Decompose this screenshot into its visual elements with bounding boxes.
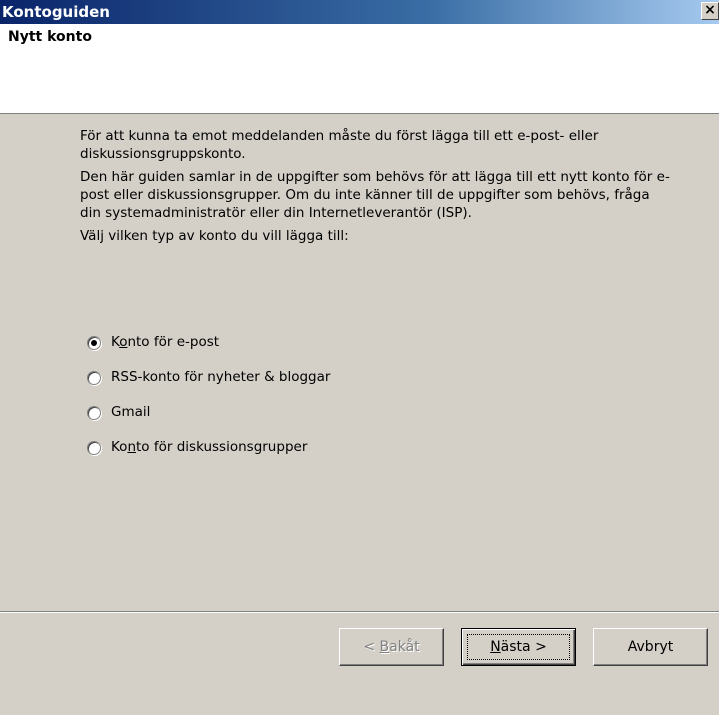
radio-label-gmail[interactable]: Gmail [111,403,150,421]
account-wizard-window: Kontoguiden × Nytt konto För att kunna t… [0,0,719,715]
radio-newsgroups[interactable] [87,441,101,455]
back-button[interactable]: < Bakåt [339,628,444,666]
window-title: Kontoguiden [2,3,110,21]
radio-label-newsgroups[interactable]: Konto för diskussionsgrupper [111,438,307,456]
page-title: Nytt konto [8,29,92,45]
close-button[interactable]: × [701,2,719,20]
radio-label-rss[interactable]: RSS-konto för nyheter & bloggar [111,368,330,386]
cancel-button[interactable]: Avbryt [593,628,708,666]
choose-prompt: Välj vilken typ av konto du vill lägga t… [80,228,349,244]
wizard-description: För att kunna ta emot meddelanden måste … [80,127,670,250]
button-separator [0,611,719,613]
intro-paragraph: För att kunna ta emot meddelanden måste … [80,128,599,162]
radio-option-rss[interactable]: RSS-konto för nyheter & bloggar [87,368,330,403]
radio-option-newsgroups[interactable]: Konto för diskussionsgrupper [87,438,330,473]
title-bar: Kontoguiden × [0,0,719,24]
info-paragraph: Den här guiden samlar in de uppgifter so… [80,169,670,221]
radio-option-email[interactable]: Konto för e-post [87,333,330,368]
radio-option-gmail[interactable]: Gmail [87,403,330,438]
wizard-header: Nytt konto [0,24,719,114]
next-button[interactable]: Nästa > [461,628,576,666]
radio-rss[interactable] [87,371,101,385]
radio-email[interactable] [87,336,101,350]
account-type-options: Konto för e-post RSS-konto för nyheter &… [87,333,330,473]
radio-label-email[interactable]: Konto för e-post [111,333,219,351]
radio-gmail[interactable] [87,406,101,420]
